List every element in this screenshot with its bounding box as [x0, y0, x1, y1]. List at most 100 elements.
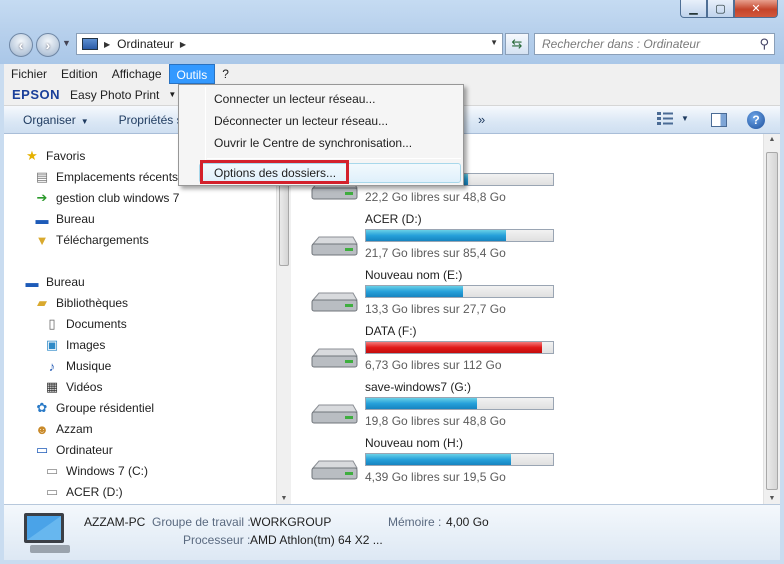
drive-tile[interactable]: Nouveau nom (H:) 4,39 Go libres sur 19,5 …	[309, 436, 609, 492]
drive-tile[interactable]: Nouveau nom (E:) 13,3 Go libres sur 27,7 …	[309, 268, 609, 324]
nav-label: Téléchargements	[56, 233, 149, 247]
drive-usage-bar	[365, 341, 554, 354]
forward-arrow-icon: ›	[45, 37, 51, 53]
hard-drive-icon	[311, 404, 358, 424]
nav-drive-d[interactable]: ▭ ACER (D:)	[44, 482, 123, 502]
address-bar[interactable]: ▶ Ordinateur ▶ ▼	[76, 33, 503, 55]
more-commands-button[interactable]: »	[478, 112, 485, 127]
cpu-label: Processeur :	[183, 533, 251, 547]
nav-user[interactable]: ☻ Azzam	[34, 419, 93, 439]
menu-item-open-sync-center[interactable]: Ouvrir le Centre de synchronisation...	[214, 136, 412, 150]
nav-favorites[interactable]: ★ Favoris	[24, 146, 85, 166]
organize-button[interactable]: Organiser ▼	[23, 113, 89, 127]
search-icon[interactable]: ⚲	[759, 36, 769, 52]
homegroup-icon: ✿	[36, 400, 48, 415]
scroll-up-arrow-icon[interactable]: ▲	[764, 136, 780, 143]
details-pane: AZZAM-PC Groupe de travail : WORKGROUP M…	[4, 504, 780, 560]
help-icon[interactable]: ?	[747, 111, 765, 129]
chevron-down-icon[interactable]: ▼	[168, 90, 176, 99]
computer-icon	[82, 38, 98, 50]
close-button[interactable]: ✕	[734, 0, 778, 18]
nav-downloads[interactable]: ▼ Téléchargements	[34, 230, 149, 250]
shortcut-arrow-icon: ➔	[36, 190, 48, 205]
organize-label: Organiser	[23, 112, 76, 127]
scroll-down-arrow-icon[interactable]: ▼	[764, 495, 780, 502]
breadcrumb-separator-icon[interactable]: ▶	[180, 40, 186, 49]
minimize-button[interactable]: ▁	[680, 0, 707, 18]
workgroup-label: Groupe de travail :	[152, 515, 251, 529]
refresh-button[interactable]: ⇆	[505, 33, 529, 55]
content-scroll-thumb[interactable]	[766, 152, 778, 490]
nav-label: Bureau	[46, 275, 85, 289]
image-icon: ▣	[45, 337, 59, 352]
maximize-button[interactable]: ▢	[707, 0, 734, 18]
hard-drive-icon	[311, 460, 358, 480]
preview-pane-icon[interactable]	[711, 113, 727, 127]
drive-usage-fill	[366, 286, 464, 297]
forward-button[interactable]: ›	[36, 33, 60, 57]
content-scrollbar[interactable]: ▲ ▼	[763, 134, 780, 504]
hard-drive-icon	[311, 292, 358, 312]
nav-club-shortcut[interactable]: ➔ gestion club windows 7	[34, 188, 180, 208]
back-arrow-icon: ‹	[18, 37, 24, 53]
drive-tile[interactable]: DATA (F:) 6,73 Go libres sur 112 Go	[309, 324, 609, 380]
breadcrumb-separator-icon[interactable]: ▶	[104, 40, 110, 49]
chevron-down-icon[interactable]: ▼	[681, 114, 689, 123]
search-placeholder: Rechercher dans : Ordinateur	[542, 37, 701, 51]
menu-file[interactable]: Fichier	[4, 64, 54, 84]
nav-desktop-favorite[interactable]: ▬ Bureau	[34, 209, 95, 229]
breadcrumb-computer[interactable]: Ordinateur	[117, 37, 174, 51]
nav-homegroup[interactable]: ✿ Groupe résidentiel	[34, 398, 155, 418]
nav-computer[interactable]: ▭ Ordinateur	[34, 440, 113, 460]
drive-usage-bar	[365, 285, 554, 298]
drive-tile[interactable]: ACER (D:) 21,7 Go libres sur 85,4 Go	[309, 212, 609, 268]
desktop-icon: ▬	[25, 274, 39, 290]
menu-tools[interactable]: Outils	[168, 64, 216, 84]
hard-drive-icon	[311, 348, 358, 368]
annotation-highlight-box	[200, 160, 349, 184]
drive-usage-bar	[365, 453, 554, 466]
system-properties-button[interactable]: Propriétés s	[119, 113, 183, 127]
drive-usage-fill	[366, 454, 511, 465]
menu-help[interactable]: ?	[215, 64, 236, 84]
drive-tile[interactable]: save-windows7 (G:) 19,8 Go libres sur 48,…	[309, 380, 609, 436]
tools-menu: Connecter un lecteur réseau... Déconnect…	[178, 84, 464, 186]
refresh-icon: ⇆	[511, 36, 523, 51]
nav-libraries[interactable]: ▰ Bibliothèques	[34, 293, 128, 313]
nav-label: Images	[66, 338, 106, 352]
memory-value: 4,00 Go	[446, 515, 489, 529]
address-history-dropdown[interactable]: ▼	[490, 38, 498, 47]
change-view-icon[interactable]	[656, 111, 674, 127]
drive-free-space: 22,2 Go libres sur 48,8 Go	[365, 190, 506, 204]
nav-desktop[interactable]: ▬ Bureau	[24, 272, 85, 292]
drive-icon: ▭	[45, 484, 59, 499]
cpu-value: AMD Athlon(tm) 64 X2 ...	[250, 533, 383, 547]
menu-item-disconnect-network-drive[interactable]: Déconnecter un lecteur réseau...	[214, 114, 388, 128]
recent-pages-dropdown[interactable]: ▼	[62, 38, 71, 48]
nav-recent-places[interactable]: ▤ Emplacements récents	[34, 167, 178, 187]
computer-icon: ▭	[35, 442, 49, 457]
nav-scrollbar[interactable]: ▲ ▼	[276, 134, 291, 504]
scroll-down-arrow-icon[interactable]: ▼	[277, 495, 291, 502]
nav-drive-c[interactable]: ▭ Windows 7 (C:)	[44, 461, 148, 481]
nav-videos[interactable]: ▦ Vidéos	[44, 377, 103, 397]
menu-divider	[207, 158, 461, 159]
menu-edit[interactable]: Edition	[54, 64, 105, 84]
document-icon: ▯	[48, 316, 56, 331]
menu-view[interactable]: Affichage	[105, 64, 169, 84]
easy-photo-print-button[interactable]: Easy Photo Print	[70, 88, 159, 102]
nav-label: Favoris	[46, 149, 86, 163]
menu-item-map-network-drive[interactable]: Connecter un lecteur réseau...	[214, 92, 375, 106]
navigation-pane: ★ Favoris ▤ Emplacements récents ➔ gestion …	[4, 134, 277, 504]
nav-music[interactable]: ♪ Musique	[44, 356, 112, 376]
nav-label: Windows 7 (C:)	[66, 464, 149, 478]
chevron-down-icon: ▼	[80, 116, 89, 126]
drive-usage-bar	[365, 229, 554, 242]
search-input[interactable]: Rechercher dans : Ordinateur ⚲	[534, 33, 775, 55]
drive-name: Nouveau nom (H:)	[365, 436, 464, 450]
nav-label: Musique	[66, 359, 112, 373]
nav-documents[interactable]: ▯ Documents	[44, 314, 126, 334]
nav-label: Vidéos	[66, 380, 103, 394]
nav-images[interactable]: ▣ Images	[44, 335, 106, 355]
back-button[interactable]: ‹	[9, 33, 33, 57]
